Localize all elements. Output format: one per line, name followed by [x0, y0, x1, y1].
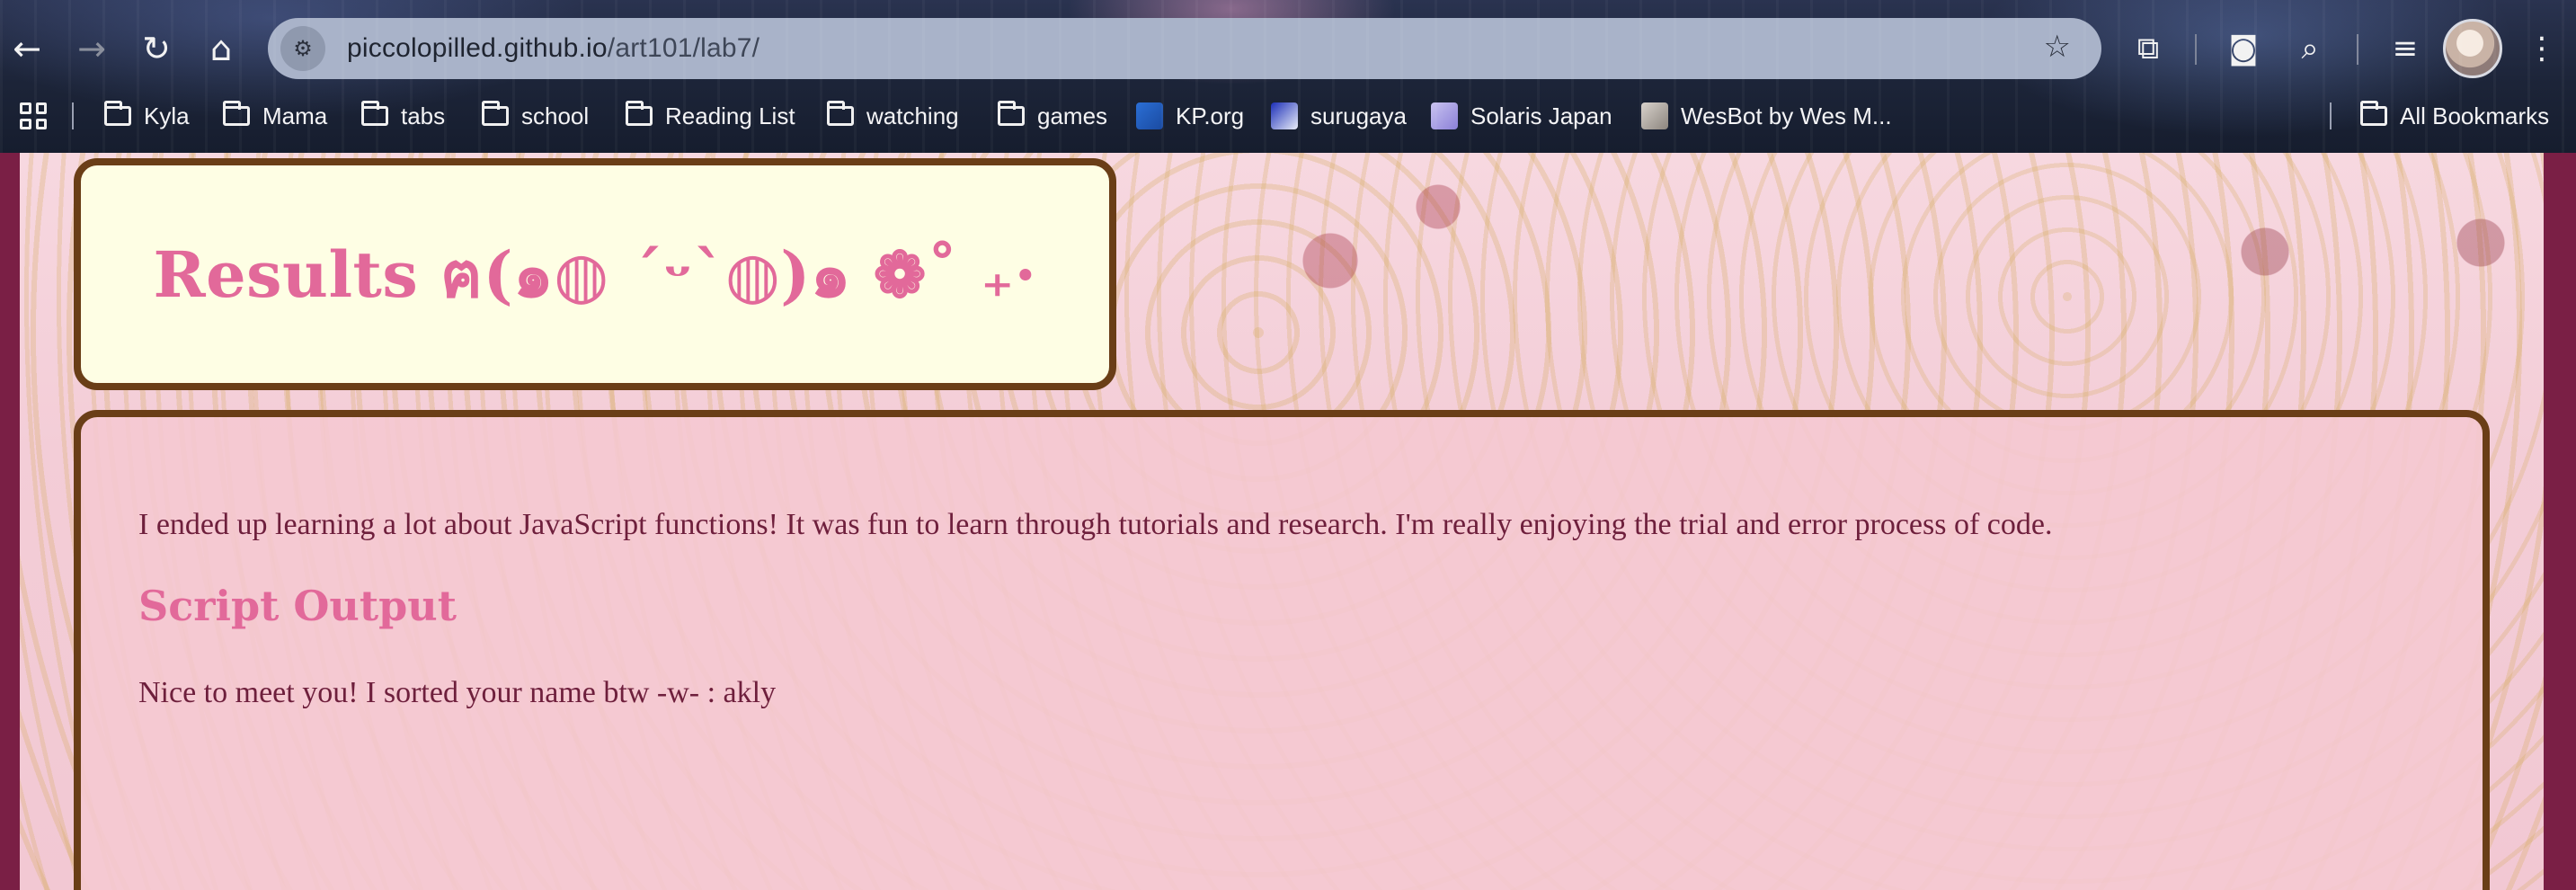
url-host: piccolopilled.github.io	[347, 33, 608, 63]
menu-kebab-icon[interactable]: ⋮	[2517, 23, 2567, 74]
solaris-favicon-icon	[1431, 102, 1458, 129]
bookmark-label: school	[521, 102, 590, 129]
folder-icon	[2360, 101, 2387, 126]
browser-toolbar: ← → ↻ ⌂ ⚙ piccolopilled.github.io/art101…	[0, 0, 2576, 99]
media-queue-icon[interactable]: ≡	[2380, 23, 2430, 74]
content-card: I ended up learning a lot about JavaScri…	[74, 410, 2490, 890]
folder-icon	[104, 101, 131, 126]
script-output-heading: Script Output	[138, 581, 457, 630]
url-text[interactable]: piccolopilled.github.io/art101/lab7/	[347, 33, 759, 64]
title-card: Results ฅ(๑◍ ˊᵕˋ◍)๑ ❁˚ ₊·	[74, 158, 1116, 390]
bookmark-kp-org[interactable]: KP.org	[1136, 93, 1244, 138]
home-icon[interactable]: ⌂	[194, 22, 248, 76]
bookmark-solaris-japan[interactable]: Solaris Japan	[1431, 93, 1612, 138]
forward-arrow-icon[interactable]: →	[65, 22, 119, 76]
bookmark-wesbot[interactable]: WesBot by Wes M...	[1641, 93, 1892, 138]
bookmark-mama[interactable]: Mama	[223, 93, 327, 138]
page-left-border	[0, 153, 20, 890]
address-bar[interactable]: ⚙ piccolopilled.github.io/art101/lab7/ ☆	[268, 18, 2101, 79]
folder-icon	[998, 101, 1025, 126]
lens-search-icon[interactable]: ⌕	[2285, 23, 2335, 74]
all-bookmarks[interactable]: All Bookmarks	[2360, 93, 2549, 138]
bookmark-school[interactable]: school	[482, 93, 589, 138]
bookmark-label: tabs	[401, 102, 446, 129]
bookmark-star-icon[interactable]: ☆	[2044, 29, 2071, 65]
back-arrow-icon[interactable]: ←	[0, 22, 54, 76]
bookmark-watching[interactable]: watching	[827, 93, 959, 138]
screenshot-icon[interactable]: ◙	[2218, 23, 2269, 74]
page-title: Results ฅ(๑◍ ˊᵕˋ◍)๑ ❁˚ ₊·	[153, 236, 1037, 312]
bookmarks-divider	[2330, 102, 2332, 129]
intro-paragraph: I ended up learning a lot about JavaScri…	[138, 508, 2053, 541]
bookmark-label: Reading List	[665, 102, 795, 129]
apps-grid-icon[interactable]	[20, 102, 47, 129]
bookmark-label: Mama	[262, 102, 328, 129]
bookmark-games[interactable]: games	[998, 93, 1107, 138]
bookmark-label: WesBot by Wes M...	[1681, 102, 1892, 129]
profile-avatar[interactable]	[2443, 19, 2502, 78]
bookmark-label: games	[1037, 102, 1108, 129]
bookmark-kyla[interactable]: Kyla	[104, 93, 190, 138]
bookmark-tabs[interactable]: tabs	[361, 93, 445, 138]
bookmark-label: Solaris Japan	[1470, 102, 1612, 129]
folder-icon	[223, 101, 250, 126]
toolbar-divider	[2357, 34, 2358, 65]
site-info-icon[interactable]: ⚙	[280, 26, 325, 71]
bookmark-reading-list[interactable]: Reading List	[626, 93, 795, 138]
surugaya-favicon-icon	[1271, 102, 1298, 129]
folder-icon	[626, 101, 653, 126]
script-output-text: Nice to meet you! I sorted your name btw…	[138, 675, 777, 709]
reload-icon[interactable]: ↻	[129, 22, 183, 76]
bookmarks-bar: Kyla Mama tabs school Reading List watch…	[0, 93, 2576, 138]
bookmark-label: KP.org	[1176, 102, 1245, 129]
extensions-icon[interactable]: ⧉	[2123, 23, 2173, 74]
folder-icon	[361, 101, 388, 126]
url-path: /art101/lab7/	[607, 33, 760, 63]
kp-favicon-icon	[1136, 102, 1163, 129]
bookmarks-divider	[72, 102, 74, 129]
toolbar-divider	[2195, 34, 2197, 65]
bookmark-surugaya[interactable]: surugaya	[1271, 93, 1407, 138]
folder-icon	[827, 101, 854, 126]
browser-chrome: ← → ↻ ⌂ ⚙ piccolopilled.github.io/art101…	[0, 0, 2576, 153]
bookmark-label: surugaya	[1310, 102, 1407, 129]
bookmark-label: Kyla	[144, 102, 190, 129]
all-bookmarks-label: All Bookmarks	[2400, 102, 2550, 129]
bookmark-label: watching	[866, 102, 959, 129]
wesbot-favicon-icon	[1641, 102, 1668, 129]
page-right-border	[2544, 153, 2576, 890]
folder-icon	[482, 101, 509, 126]
